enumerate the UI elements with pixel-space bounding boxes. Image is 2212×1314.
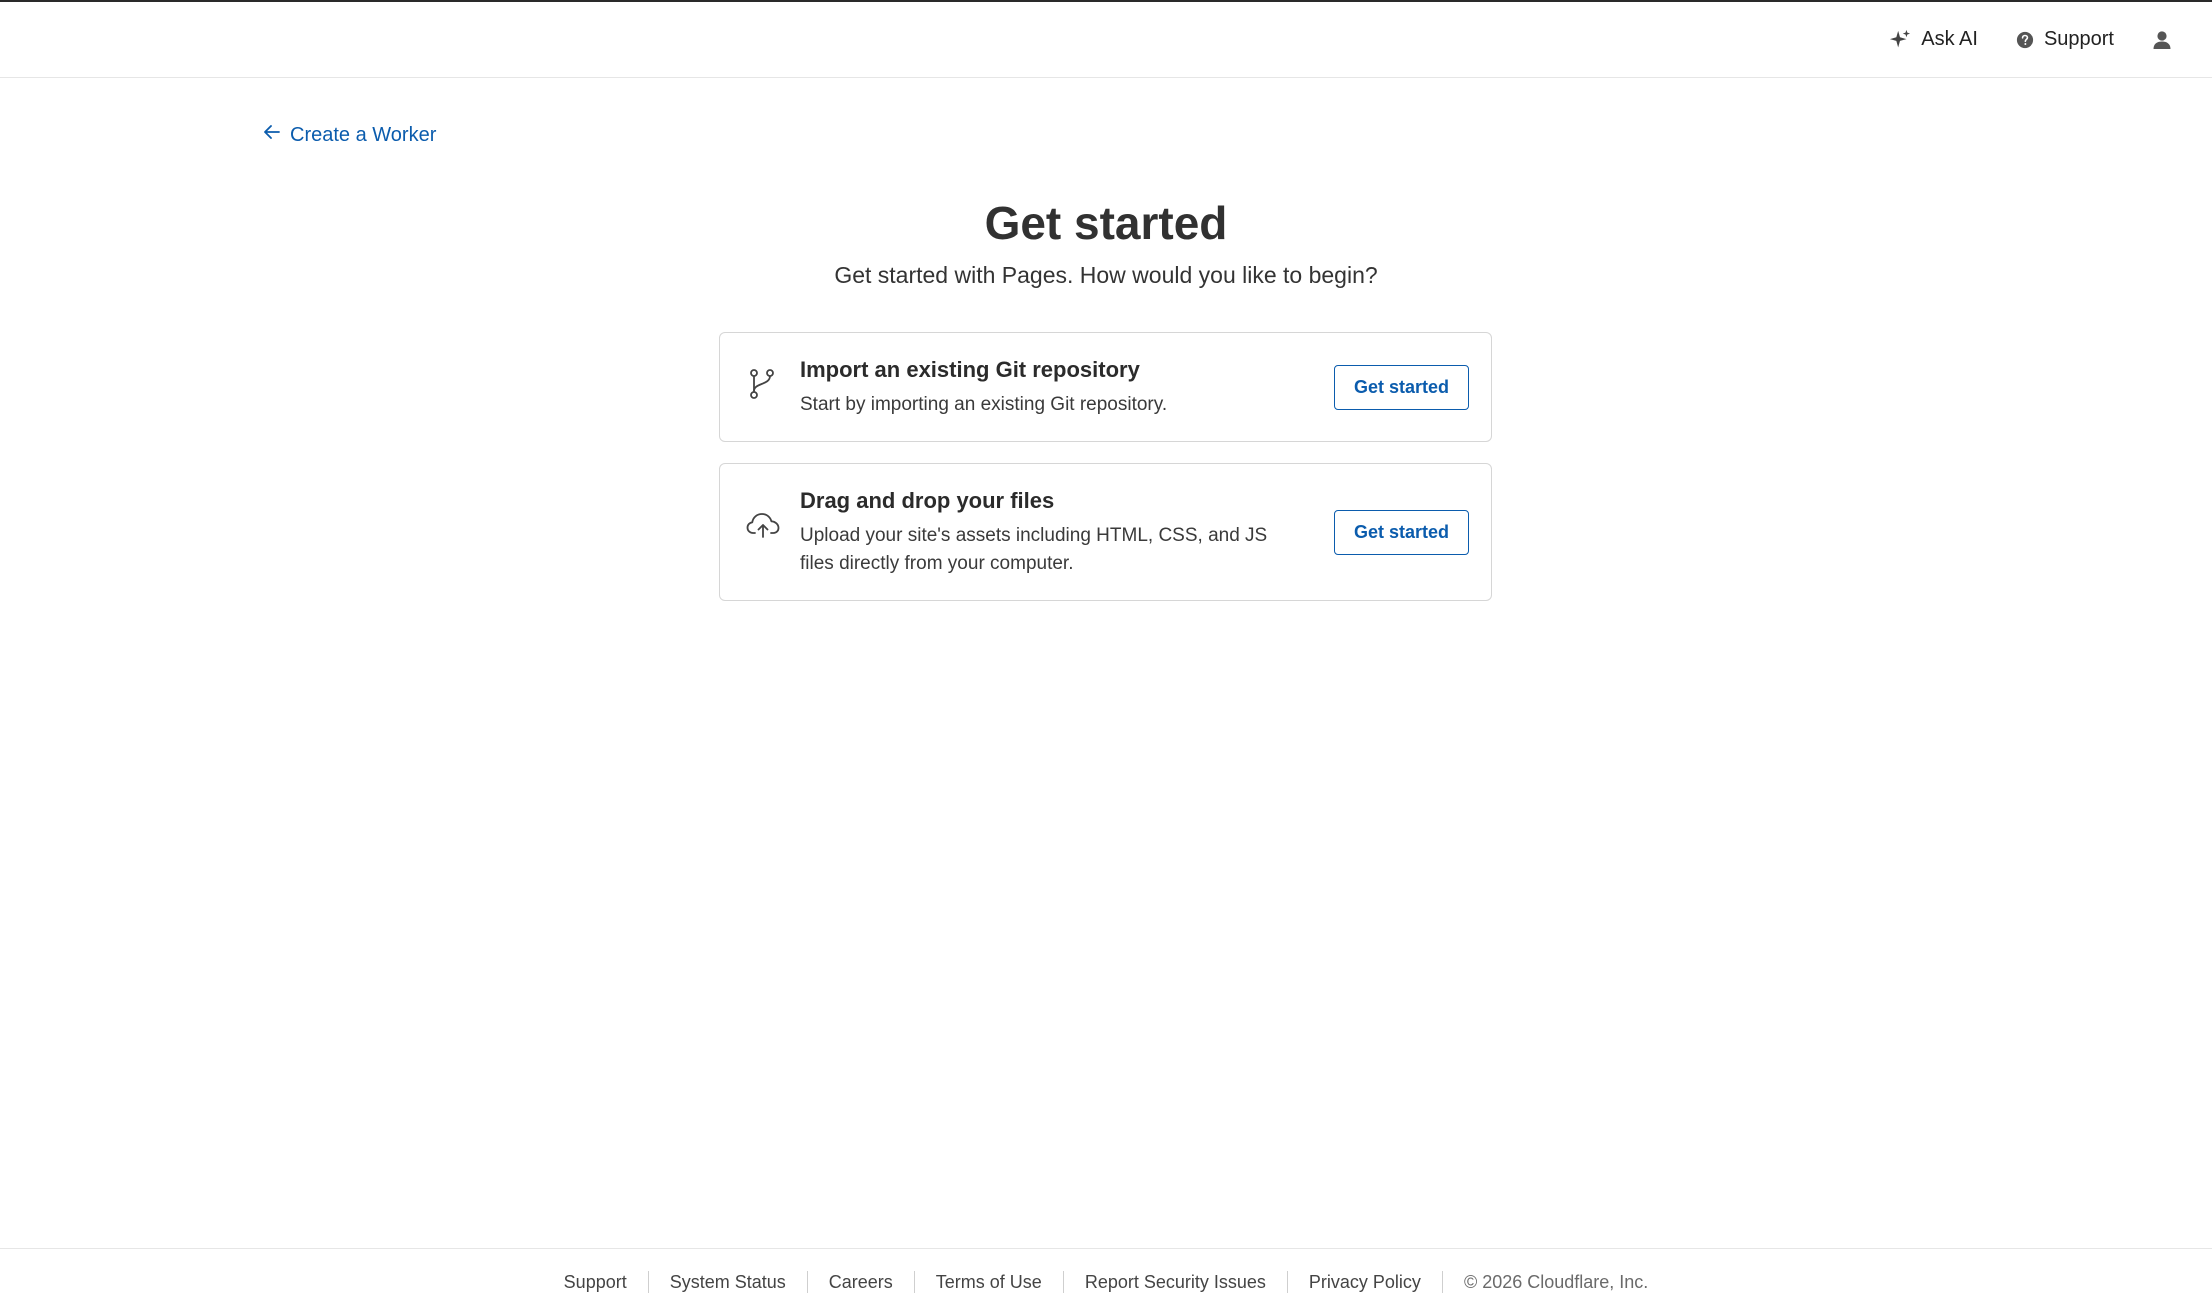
- footer-link-privacy-policy[interactable]: Privacy Policy: [1286, 1270, 1442, 1293]
- option-title: Import an existing Git repository: [800, 357, 1140, 382]
- page-title: Get started: [984, 197, 1228, 249]
- top-bar: Ask AI Support: [0, 2, 2212, 78]
- git-branch-icon: [746, 367, 778, 406]
- help-icon: [2016, 31, 2034, 49]
- footer-link-careers[interactable]: Careers: [806, 1270, 914, 1293]
- footer: Support System Status Careers Terms of U…: [0, 1248, 2212, 1314]
- page-subtitle: Get started with Pages. How would you li…: [834, 262, 1378, 288]
- cloud-upload-icon: [746, 510, 780, 545]
- footer-link-system-status[interactable]: System Status: [647, 1270, 807, 1293]
- support-label: Support: [2043, 28, 2114, 50]
- arrow-left-icon: [262, 122, 282, 148]
- option-title: Drag and drop your files: [800, 488, 1055, 513]
- footer-copyright: © 2026 Cloudflare, Inc.: [1441, 1270, 1669, 1293]
- option-card-git-import: Import an existing Git repository Start …: [719, 332, 1492, 442]
- back-to-create-worker-link[interactable]: Create a Worker: [262, 122, 436, 148]
- ask-ai-button[interactable]: Ask AI: [1889, 28, 1978, 51]
- option-description: Upload your site's assets including HTML…: [800, 525, 1268, 574]
- user-menu-button[interactable]: [2152, 30, 2172, 50]
- footer-link-report-security-issues[interactable]: Report Security Issues: [1062, 1270, 1287, 1293]
- option-description: Start by importing an existing Git repos…: [800, 394, 1168, 415]
- ask-ai-label: Ask AI: [1921, 28, 1978, 50]
- option-card-drag-drop: Drag and drop your files Upload your sit…: [719, 463, 1492, 601]
- back-link-label: Create a Worker: [290, 123, 437, 146]
- git-import-get-started-button[interactable]: Get started: [1334, 365, 1469, 410]
- support-button[interactable]: Support: [2016, 28, 2114, 51]
- footer-link-terms-of-use[interactable]: Terms of Use: [913, 1270, 1063, 1293]
- sparkle-icon: [1889, 29, 1911, 51]
- footer-link-support[interactable]: Support: [543, 1271, 648, 1293]
- drag-drop-get-started-button[interactable]: Get started: [1334, 510, 1469, 555]
- user-icon: [2152, 30, 2172, 50]
